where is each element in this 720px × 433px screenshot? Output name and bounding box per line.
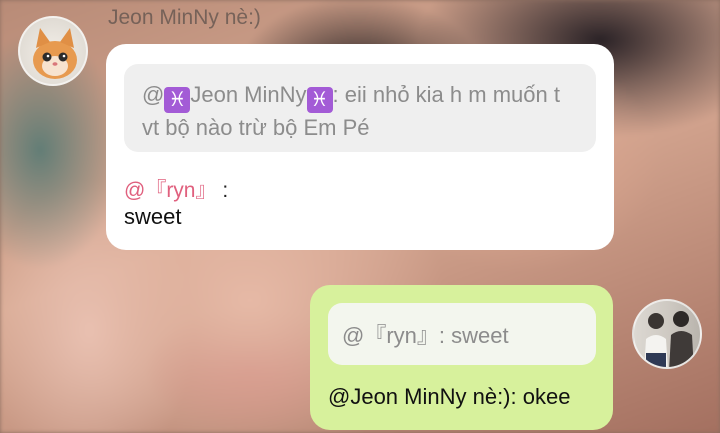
couple-photo-avatar[interactable] (632, 299, 702, 369)
pisces-icon: ♓ (306, 87, 333, 113)
quoted-message[interactable]: @ ♓ Jeon MinNy ♓: eii nhỏ kia h m muốn t vt… (124, 64, 596, 152)
quote-mention-prefix: @ (142, 82, 165, 107)
mention-name[interactable]: @『ryn』 (124, 179, 217, 202)
incoming-message-bubble[interactable]: @ ♓ Jeon MinNy ♓: eii nhỏ kia h m muốn t vt… (106, 44, 614, 250)
outgoing-message-bubble[interactable]: @『ryn』: sweet @Jeon MinNy nè:): okee (310, 285, 613, 430)
mention-colon: : (216, 179, 229, 202)
sender-name: Jeon MinNy nè:) (108, 6, 261, 29)
cat-avatar[interactable] (18, 16, 88, 86)
message-text: sweet (124, 204, 182, 229)
pisces-icon: ♓ (164, 87, 191, 113)
mention-line: @『ryn』 : (124, 174, 228, 204)
message-text: @Jeon MinNy nè:): okee (328, 384, 571, 409)
quoted-message[interactable]: @『ryn』: sweet (328, 303, 596, 365)
quote-author-name: Jeon MinNy (190, 82, 307, 107)
